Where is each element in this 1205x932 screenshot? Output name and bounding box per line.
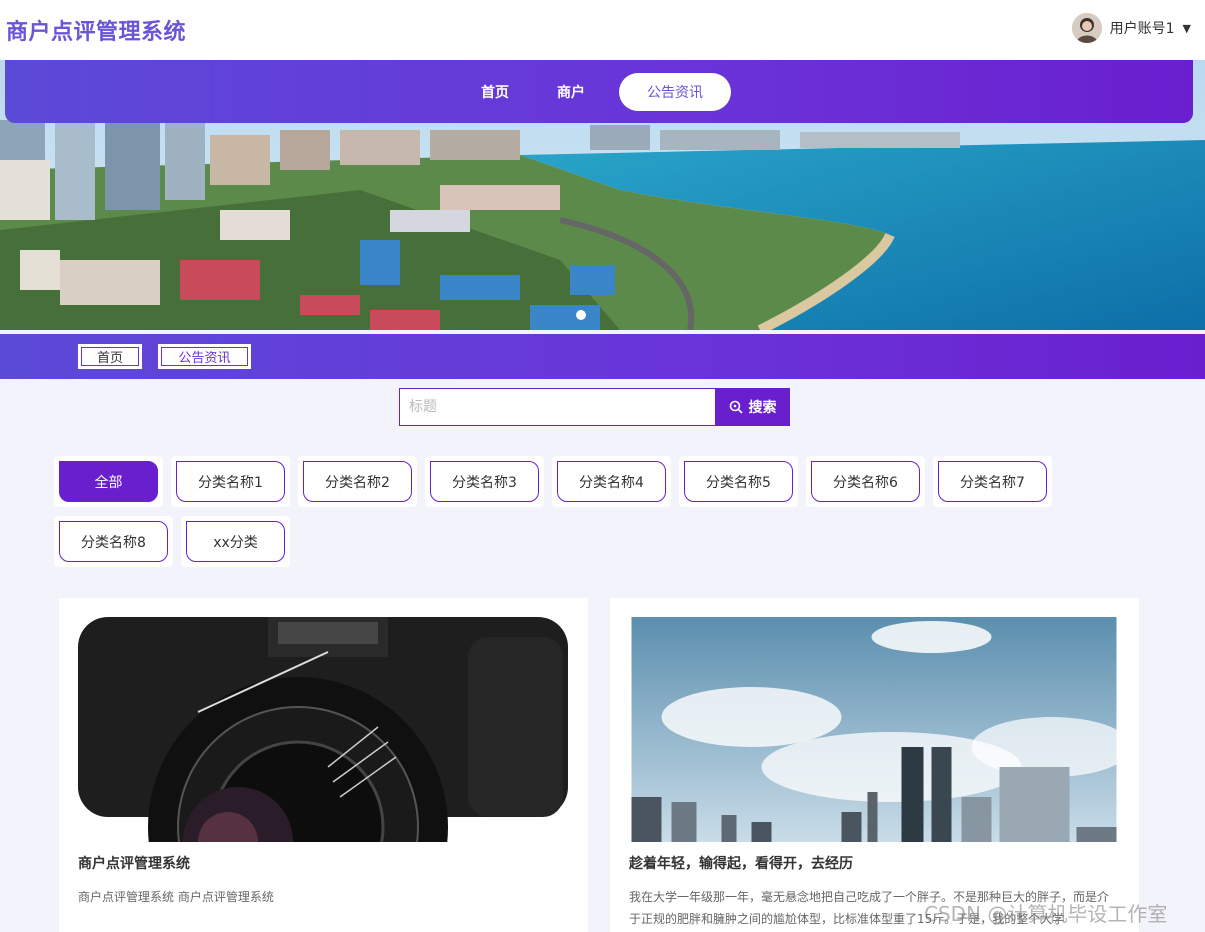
category-item[interactable]: 分类名称3 bbox=[430, 461, 539, 502]
category-wrap: 分类名称2 bbox=[298, 456, 417, 507]
news-card[interactable]: 商户点评管理系统 商户点评管理系统 商户点评管理系统 bbox=[59, 598, 588, 932]
search-input[interactable] bbox=[399, 388, 715, 426]
caret-down-icon: ▼ bbox=[1182, 21, 1191, 35]
nav-item-announcements[interactable]: 公告资讯 bbox=[619, 72, 731, 111]
news-title[interactable]: 趁着年轻，输得起，看得开，去经历 bbox=[629, 853, 1120, 873]
avatar bbox=[1071, 13, 1102, 43]
nav-item-home[interactable]: 首页 bbox=[467, 73, 523, 111]
search-button-label: 搜索 bbox=[748, 400, 777, 416]
category-item[interactable]: 分类名称8 bbox=[59, 521, 168, 562]
search-button[interactable]: 搜索 bbox=[715, 388, 790, 426]
news-thumbnail-camera bbox=[78, 617, 568, 842]
category-wrap: 分类名称7 bbox=[933, 456, 1052, 507]
category-item[interactable]: 分类名称4 bbox=[557, 461, 666, 502]
nav-item-merchant[interactable]: 商户 bbox=[543, 73, 599, 111]
breadcrumb-current[interactable]: 公告资讯 bbox=[158, 344, 251, 369]
category-item[interactable]: 分类名称6 bbox=[811, 461, 920, 502]
category-item[interactable]: 分类名称2 bbox=[303, 461, 412, 502]
breadcrumb-bar: 首页 公告资讯 bbox=[0, 334, 1205, 379]
user-menu[interactable]: 用户账号1 ▼ bbox=[1071, 13, 1191, 43]
search-bar: 搜索 bbox=[399, 388, 790, 426]
category-item[interactable]: 分类名称5 bbox=[684, 461, 793, 502]
main-nav: 首页 商户 公告资讯 bbox=[5, 60, 1193, 123]
category-wrap: 分类名称3 bbox=[425, 456, 544, 507]
category-wrap: 分类名称5 bbox=[679, 456, 798, 507]
category-wrap: 分类名称4 bbox=[552, 456, 671, 507]
category-item[interactable]: 分类名称1 bbox=[176, 461, 285, 502]
watermark: CSDN @计算机毕设工作室 bbox=[924, 902, 1168, 926]
breadcrumb-home[interactable]: 首页 bbox=[78, 344, 142, 369]
top-header: 商户点评管理系统 用户账号1 ▼ bbox=[0, 0, 1205, 60]
category-wrap: 分类名称1 bbox=[171, 456, 290, 507]
news-thumbnail-skyline bbox=[631, 617, 1119, 842]
news-title[interactable]: 商户点评管理系统 bbox=[78, 853, 569, 873]
carousel-indicator[interactable] bbox=[576, 310, 586, 320]
user-account-label: 用户账号1 bbox=[1109, 21, 1175, 37]
category-wrap: 分类名称8 bbox=[54, 516, 173, 567]
category-wrap: xx分类 bbox=[181, 516, 290, 567]
category-all[interactable]: 全部 bbox=[59, 461, 158, 502]
category-item[interactable]: 分类名称7 bbox=[938, 461, 1047, 502]
app-title: 商户点评管理系统 bbox=[6, 20, 187, 45]
category-wrap: 全部 bbox=[54, 456, 163, 507]
news-card[interactable]: 趁着年轻，输得起，看得开，去经历 我在大学一年级那一年，毫无悬念地把自己吃成了一… bbox=[610, 598, 1139, 932]
category-item[interactable]: xx分类 bbox=[186, 521, 285, 562]
category-wrap: 分类名称6 bbox=[806, 456, 925, 507]
search-icon bbox=[729, 400, 743, 414]
news-desc: 商户点评管理系统 商户点评管理系统 bbox=[78, 890, 274, 904]
